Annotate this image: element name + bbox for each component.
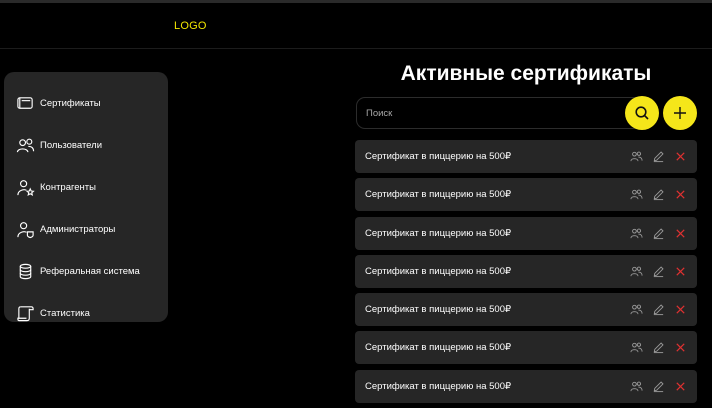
users-icon (15, 135, 35, 155)
certificate-title: Сертификат в пиццерию на 500₽ (365, 304, 512, 316)
delete-icon[interactable] (674, 341, 687, 354)
row-actions (621, 227, 687, 240)
delete-icon[interactable] (674, 188, 687, 201)
certificate-title: Сертификат в пиццерию на 500₽ (365, 227, 512, 239)
users-icon[interactable] (630, 188, 643, 201)
row-actions (621, 265, 687, 278)
database-icon (15, 261, 35, 281)
sidebar-item-users[interactable]: Пользователи (4, 124, 168, 166)
search-icon (635, 106, 649, 120)
page-title: Активные сертификаты (400, 62, 652, 85)
search-input[interactable] (356, 97, 642, 129)
users-icon[interactable] (630, 150, 643, 163)
row-actions (621, 188, 687, 201)
users-icon[interactable] (630, 227, 643, 240)
certificate-title: Сертификат в пиццерию на 500₽ (365, 265, 512, 277)
row-actions (621, 150, 687, 163)
sidebar-item-contractors[interactable]: Контрагенты (4, 166, 168, 208)
certificate-title: Сертификат в пиццерию на 500₽ (365, 151, 512, 162)
users-icon[interactable] (630, 265, 643, 278)
sidebar-item-label: Статистика (40, 307, 90, 319)
plus-icon (674, 107, 686, 119)
list-item[interactable]: Сертификат в пиццерию на 500₽ (355, 216, 697, 250)
edit-icon[interactable] (652, 265, 665, 278)
admin-icon (15, 219, 35, 239)
edit-icon[interactable] (652, 303, 665, 316)
list-item[interactable]: Сертификат в пиццерию на 500₽ (355, 178, 697, 212)
users-icon[interactable] (630, 341, 643, 354)
sidebar-item-label: Пользователи (40, 139, 103, 151)
sidebar-item-certificates[interactable]: Сертификаты (4, 82, 168, 124)
row-actions (621, 303, 687, 316)
delete-icon[interactable] (674, 150, 687, 163)
list-item[interactable]: Сертификат в пиццерию на 500₽ (355, 254, 697, 288)
sidebar-item-admins[interactable]: Администраторы (4, 208, 168, 250)
certificate-title: Сертификат в пиццерию на 500₽ (365, 342, 512, 354)
contractor-star-icon (15, 177, 35, 197)
users-icon[interactable] (630, 303, 643, 316)
sidebar: Сертификаты Пользователи Контрагенты Адм… (4, 72, 168, 322)
edit-icon[interactable] (652, 341, 665, 354)
users-icon[interactable] (630, 380, 643, 393)
certificate-list: Сертификат в пиццерию на 500₽ Сертификат… (355, 140, 697, 408)
row-actions (621, 341, 687, 354)
list-item[interactable]: Сертификат в пиццерию на 500₽ (355, 369, 697, 403)
list-item[interactable]: Сертификат в пиццерию на 500₽ (355, 140, 697, 173)
certificate-icon (15, 93, 35, 113)
header: LOGO (0, 3, 712, 49)
sidebar-item-referral[interactable]: Реферальная система (4, 250, 168, 292)
sidebar-item-label: Администраторы (40, 223, 116, 235)
sidebar-item-label: Реферальная система (40, 265, 140, 277)
edit-icon[interactable] (652, 150, 665, 163)
list-item[interactable]: Сертификат в пиццерию на 500₽ (355, 293, 697, 327)
certificate-title: Сертификат в пиццерию на 500₽ (365, 380, 512, 392)
sidebar-item-label: Контрагенты (40, 181, 96, 193)
scroll-icon (15, 303, 35, 323)
delete-icon[interactable] (674, 380, 687, 393)
edit-icon[interactable] (652, 227, 665, 240)
list-item[interactable]: Сертификат в пиццерию на 500₽ (355, 331, 697, 365)
delete-icon[interactable] (674, 265, 687, 278)
certificate-title: Сертификат в пиццерию на 500₽ (365, 189, 512, 201)
logo[interactable]: LOGO (174, 20, 207, 32)
sidebar-item-statistics[interactable]: Статистика (4, 292, 168, 334)
edit-icon[interactable] (652, 188, 665, 201)
row-actions (621, 380, 687, 393)
edit-icon[interactable] (652, 380, 665, 393)
search-button[interactable] (625, 96, 659, 130)
sidebar-item-label: Сертификаты (40, 97, 101, 109)
add-certificate-button[interactable] (663, 96, 697, 130)
delete-icon[interactable] (674, 227, 687, 240)
delete-icon[interactable] (674, 303, 687, 316)
